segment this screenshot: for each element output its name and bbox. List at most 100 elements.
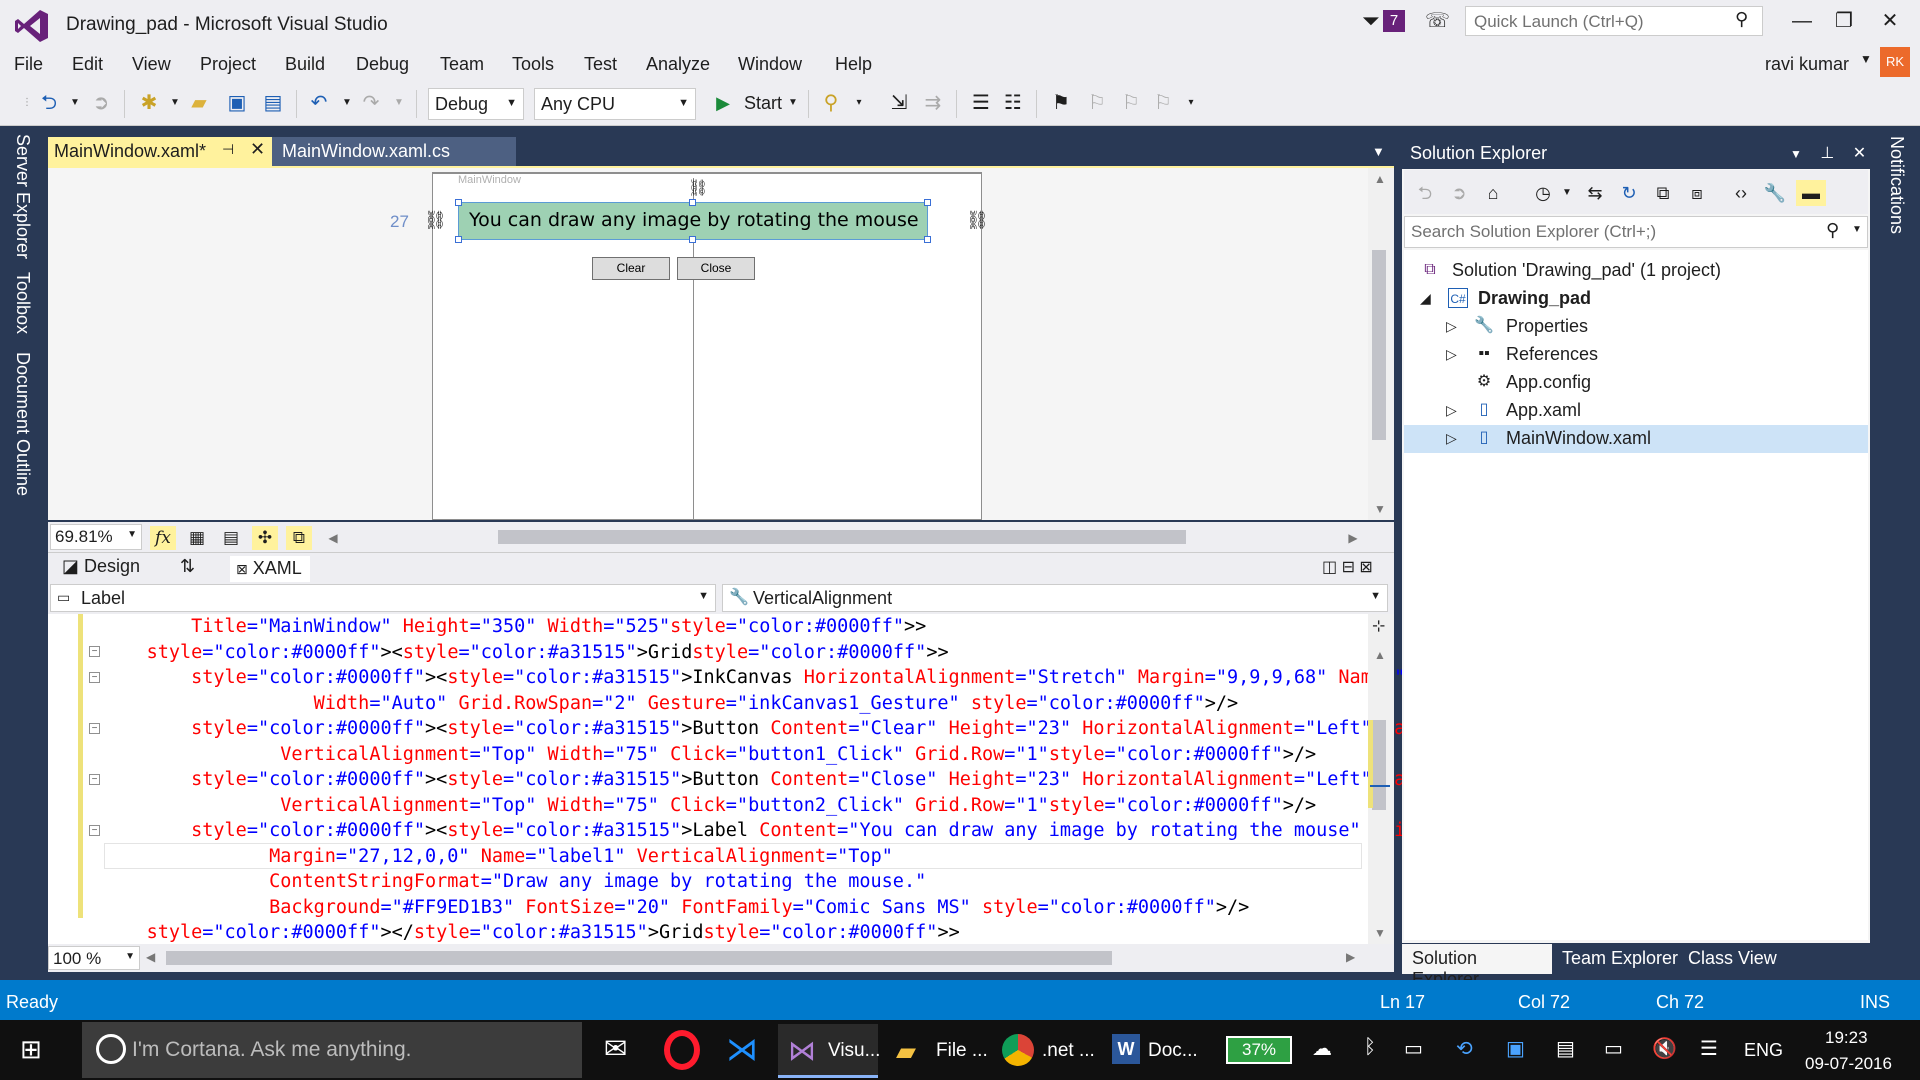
chevron-down-icon[interactable]: ▼ <box>1554 180 1580 206</box>
tab-mainwindow-xaml[interactable]: MainWindow.xaml* ⊣ ✕ <box>48 137 272 167</box>
refresh-icon[interactable]: ↻ <box>1616 180 1642 206</box>
outline-collapse-icon[interactable]: − <box>89 646 100 657</box>
preview-clear-button[interactable]: Clear <box>592 257 670 280</box>
cortana-search-box[interactable]: I'm Cortana. Ask me anything. <box>82 1022 582 1078</box>
save-icon[interactable]: ▣ <box>224 90 250 116</box>
redo-icon[interactable]: ↷ <box>358 90 384 116</box>
tab-xaml[interactable]: ⊠ XAML <box>230 556 310 582</box>
tree-collapsed-icon[interactable]: ▷ <box>1446 312 1457 340</box>
resize-handle[interactable] <box>455 199 462 206</box>
feedback-icon[interactable]: ☏ <box>1425 8 1450 33</box>
notifications-tab[interactable]: Notifications <box>1886 136 1907 234</box>
bluetooth-icon[interactable]: ᛒ <box>1364 1036 1376 1059</box>
tree-item-solution[interactable]: Solution 'Drawing_pad' (1 project) <box>1452 256 1721 284</box>
chevron-down-icon[interactable]: ▾ <box>846 90 872 116</box>
menu-analyze[interactable]: Analyze <box>646 54 710 75</box>
code-line[interactable]: VerticalAlignment="Top" Width="75" Click… <box>102 793 1316 818</box>
server-explorer-tab[interactable]: Server Explorer <box>12 134 33 259</box>
forward-icon[interactable]: ➲ <box>1446 180 1472 206</box>
resize-handle[interactable] <box>689 199 696 206</box>
input-language[interactable]: ENG <box>1744 1040 1783 1061</box>
view-code-icon[interactable]: ‹› <box>1728 180 1754 206</box>
step-over-icon[interactable]: ⇉ <box>920 90 946 116</box>
next-bookmark-icon[interactable]: ⚐ <box>1118 90 1144 116</box>
clock-date[interactable]: 09-07-2016 <box>1805 1054 1892 1074</box>
scroll-up-icon[interactable]: ▲ <box>1374 648 1386 662</box>
top-anchor-link-icon[interactable]: ⛓ <box>688 178 708 198</box>
menu-tools[interactable]: Tools <box>512 54 554 75</box>
scroll-left-icon[interactable]: ◀ <box>320 526 346 550</box>
sync-icon[interactable]: ⟲ <box>1456 1036 1473 1061</box>
menu-help[interactable]: Help <box>835 54 872 75</box>
code-line[interactable]: Margin="27,12,0,0" Name="label1" Vertica… <box>102 844 893 869</box>
code-line[interactable]: VerticalAlignment="Top" Width="75" Click… <box>102 742 1316 767</box>
chevron-down-icon[interactable]: ▼ <box>1860 52 1872 66</box>
scroll-right-icon[interactable]: ▶ <box>1340 526 1366 550</box>
tree-collapsed-icon[interactable]: ▷ <box>1446 396 1457 424</box>
menu-test[interactable]: Test <box>584 54 617 75</box>
chevron-down-icon[interactable]: ▼ <box>780 90 806 116</box>
undo-icon[interactable]: ↶ <box>306 90 332 116</box>
comment-lines-icon[interactable]: ☰ <box>968 90 994 116</box>
pin-icon[interactable]: ⊥ <box>1820 145 1834 162</box>
right-anchor-link-icon[interactable]: ⛓ <box>966 210 989 231</box>
battery-indicator[interactable]: 37% <box>1226 1036 1292 1064</box>
code-line[interactable]: ContentStringFormat="Draw any image by r… <box>102 869 926 894</box>
chevron-down-icon[interactable]: ▼ <box>386 90 412 116</box>
home-icon[interactable]: ⌂ <box>1480 180 1506 206</box>
preview-label[interactable]: You can draw any image by rotating the m… <box>458 202 928 240</box>
outline-collapse-icon[interactable]: − <box>89 825 100 836</box>
save-all-icon[interactable]: ▤ <box>260 90 286 116</box>
collapse-all-icon[interactable]: ⧉ <box>1650 180 1676 206</box>
menu-view[interactable]: View <box>132 54 171 75</box>
left-anchor-link-icon[interactable]: ⛓ <box>424 210 447 231</box>
solution-configuration-select[interactable]: Debug ▼ <box>428 88 524 120</box>
document-outline-tab[interactable]: Document Outline <box>12 352 33 496</box>
chevron-down-icon[interactable]: ▼ <box>162 90 188 116</box>
back-icon[interactable]: ⮌ <box>1412 180 1438 206</box>
resize-handle[interactable] <box>924 199 931 206</box>
code-line[interactable]: style="color:#0000ff"></style="color:#a3… <box>102 920 960 945</box>
outline-collapse-icon[interactable]: − <box>89 672 100 683</box>
outline-collapse-icon[interactable]: − <box>89 774 100 785</box>
code-line[interactable]: Background="#FF9ED1B3" FontSize="20" Fon… <box>102 895 1249 920</box>
designer-horizontal-scroll-thumb[interactable] <box>498 530 1186 544</box>
fx-effects-toggle[interactable]: fx <box>150 526 176 550</box>
preview-selected-items-icon[interactable]: ▬ <box>1796 180 1826 206</box>
mail-icon[interactable]: ✉ <box>604 1032 627 1065</box>
code-line[interactable]: Width="Auto" Grid.RowSpan="2" Gesture="i… <box>102 691 1239 716</box>
tree-collapsed-icon[interactable]: ▷ <box>1446 340 1457 368</box>
editor-zoom-select[interactable]: 100 % ▼ <box>48 946 140 970</box>
monitor-icon[interactable]: ▣ <box>1506 1036 1525 1061</box>
show-grid-icon[interactable]: ▦ <box>184 526 210 550</box>
tree-item-mainwindow-xaml[interactable]: MainWindow.xaml <box>1506 424 1651 452</box>
code-line[interactable]: Title="MainWindow" Height="350" Width="5… <box>102 614 926 639</box>
bookmark-icon[interactable]: ⚑ <box>1048 90 1074 116</box>
minimize-button[interactable]: — <box>1778 6 1826 36</box>
resize-handle[interactable] <box>455 236 462 243</box>
property-selector[interactable]: 🔧 VerticalAlignment ▼ <box>722 584 1388 612</box>
outline-collapse-icon[interactable]: − <box>89 723 100 734</box>
search-icon[interactable]: ⚲ <box>1735 9 1748 30</box>
split-editor-icon[interactable]: ⊹ <box>1372 616 1385 636</box>
menu-build[interactable]: Build <box>285 54 325 75</box>
swap-panes-icon[interactable]: ⇅ <box>180 556 195 577</box>
chevron-down-icon[interactable]: ▼ <box>62 90 88 116</box>
designer-zoom-select[interactable]: 69.81% ▼ <box>50 524 142 550</box>
menu-window[interactable]: Window <box>738 54 802 75</box>
scroll-down-icon[interactable]: ▼ <box>1374 502 1386 516</box>
scroll-right-icon[interactable]: ▶ <box>1346 950 1355 964</box>
close-tab-icon[interactable]: ✕ <box>250 139 265 160</box>
show-all-files-icon[interactable]: ⧈ <box>1684 180 1710 206</box>
tree-item-app-config[interactable]: App.config <box>1506 368 1591 396</box>
tab-class-view[interactable]: Class View <box>1688 948 1777 969</box>
element-selector[interactable]: ▭ Label ▼ <box>50 584 716 612</box>
solution-explorer-search-input[interactable]: Search Solution Explorer (Ctrl+;) <box>1404 216 1868 248</box>
snap-to-lines-icon[interactable]: ✣ <box>252 526 278 550</box>
uncomment-lines-icon[interactable]: ☷ <box>1000 90 1026 116</box>
tree-item-references[interactable]: References <box>1506 340 1598 368</box>
new-project-icon[interactable]: ✱ <box>136 90 162 116</box>
menu-edit[interactable]: Edit <box>72 54 103 75</box>
find-in-files-icon[interactable]: ⚲ <box>818 90 844 116</box>
scroll-down-icon[interactable]: ▼ <box>1374 926 1386 940</box>
